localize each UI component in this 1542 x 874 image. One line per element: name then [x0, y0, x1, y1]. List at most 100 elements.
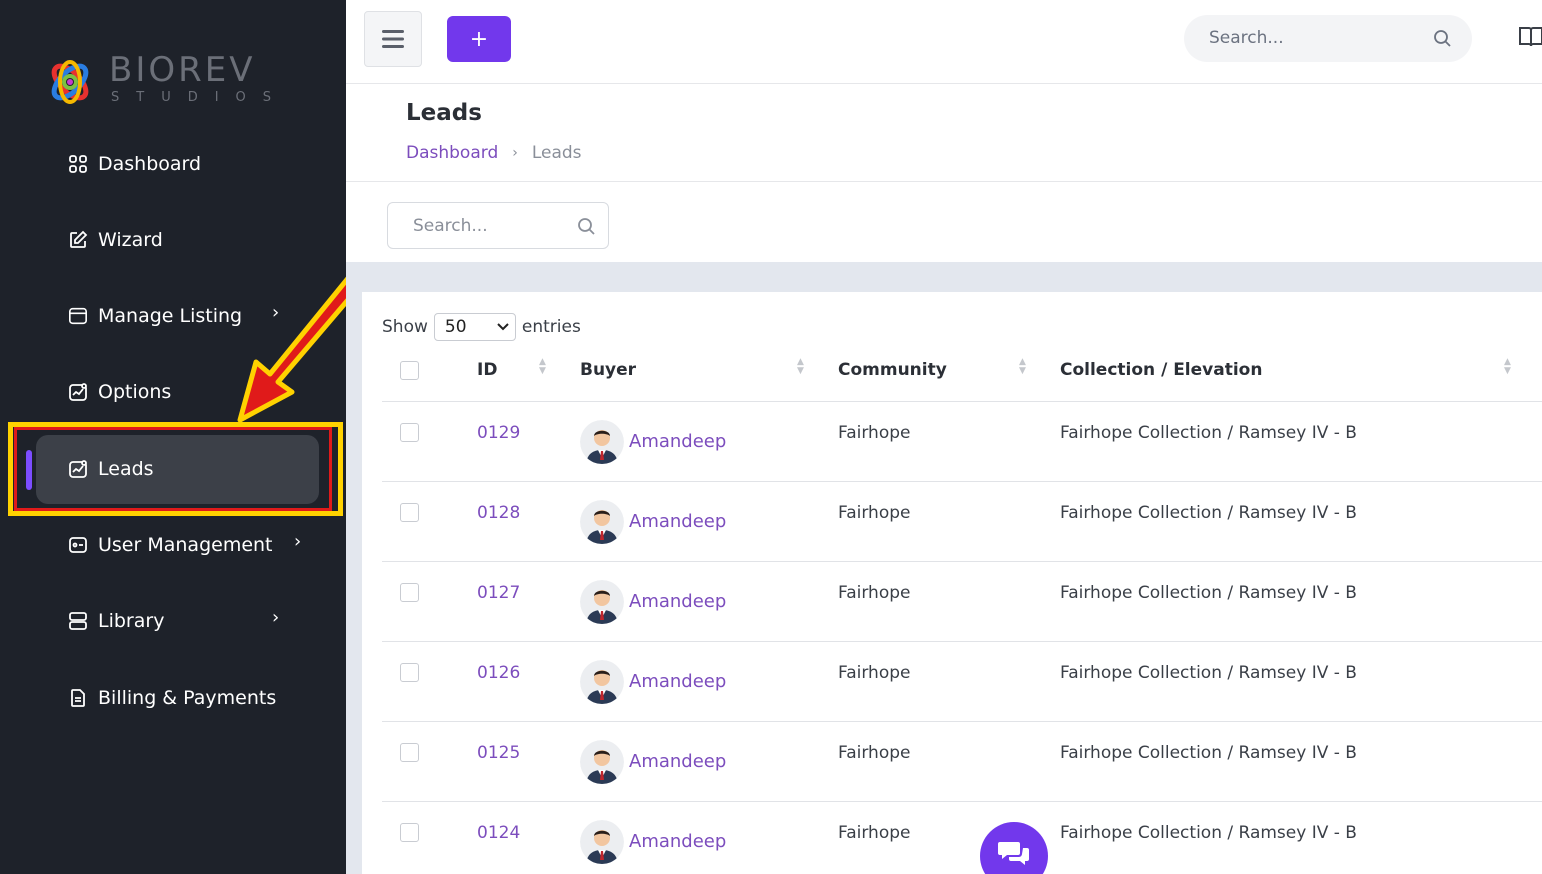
server-icon	[68, 611, 88, 631]
row-checkbox[interactable]	[400, 743, 419, 762]
brand-subtitle: STUDIOS	[111, 90, 289, 105]
user-card-icon	[68, 535, 88, 555]
top-bar: + Search...	[346, 0, 1542, 84]
chart-icon	[68, 382, 88, 402]
breadcrumb-link-dashboard[interactable]: Dashboard	[406, 143, 498, 163]
community-cell: Fairhope	[838, 423, 911, 443]
breadcrumb-separator: ›	[512, 145, 518, 161]
page-title: Leads	[406, 100, 482, 126]
sort-icon[interactable]: ▲ ▼	[1019, 358, 1026, 376]
sidebar-item-dashboard[interactable]: Dashboard	[68, 144, 201, 184]
lead-id-link[interactable]: 0127	[477, 583, 520, 603]
annotation-highlight-inner-box	[14, 427, 332, 511]
hamburger-icon	[382, 30, 404, 48]
column-header-buyer[interactable]: Buyer	[580, 360, 636, 380]
column-header-community[interactable]: Community	[838, 360, 947, 380]
buyer-name-link[interactable]: Amandeep	[629, 831, 726, 852]
buyer-avatar	[580, 580, 624, 624]
sidebar-item-label: User Management	[98, 534, 273, 556]
user-avatar-icon	[580, 660, 624, 704]
table-header: ID ▲ ▼ Buyer ▲ ▼ Community ▲ ▼ Collection /…	[382, 340, 1542, 402]
user-avatar-icon	[580, 420, 624, 464]
sidebar-item-label: Manage Listing	[98, 305, 243, 327]
menu-toggle-button[interactable]	[364, 11, 422, 67]
table-row: 0126 Amandeep Fairhope Fairhope Collecti…	[382, 642, 1542, 722]
breadcrumb: Dashboard › Leads	[406, 143, 582, 163]
entries-value: 50	[444, 317, 467, 337]
breadcrumb-current: Leads	[531, 143, 582, 163]
brand-name: BIOREV	[109, 50, 256, 90]
entries-suffix: entries	[521, 317, 581, 337]
brand-logo[interactable]: BIOREV STUDIOS	[44, 50, 304, 110]
sort-icon[interactable]: ▲ ▼	[1504, 358, 1511, 376]
lead-id-link[interactable]: 0124	[477, 823, 520, 843]
buyer-name-link[interactable]: Amandeep	[629, 431, 726, 452]
lead-id-link[interactable]: 0129	[477, 423, 520, 443]
collection-cell: Fairhope Collection / Ramsey IV - B	[1060, 823, 1357, 843]
column-header-id[interactable]: ID	[477, 360, 497, 380]
book-icon[interactable]	[1518, 24, 1542, 54]
column-header-collection-elevation[interactable]: Collection / Elevation	[1060, 360, 1262, 380]
lead-id-link[interactable]: 0128	[477, 503, 520, 523]
row-checkbox[interactable]	[400, 583, 419, 602]
document-icon	[68, 688, 88, 708]
sort-icon[interactable]: ▲ ▼	[539, 358, 546, 376]
leads-search-input[interactable]: Search...	[387, 202, 609, 249]
lead-id-link[interactable]: 0125	[477, 743, 520, 763]
sidebar-item-label: Billing & Payments	[98, 687, 277, 709]
sidebar-item-label: Dashboard	[98, 153, 202, 175]
global-search-input[interactable]: Search...	[1184, 15, 1472, 62]
community-cell: Fairhope	[838, 583, 911, 603]
community-cell: Fairhope	[838, 503, 911, 523]
row-checkbox[interactable]	[400, 503, 419, 522]
section-divider-band	[346, 262, 1542, 292]
buyer-avatar	[580, 740, 624, 784]
table-row: 0127 Amandeep Fairhope Fairhope Collecti…	[382, 562, 1542, 642]
sort-icon[interactable]: ▲ ▼	[797, 358, 804, 376]
chevron-down-icon	[497, 323, 509, 331]
community-cell: Fairhope	[838, 743, 911, 763]
sidebar-item-manage-listing[interactable]: Manage Listing ›	[68, 296, 279, 336]
card-gutter	[346, 292, 362, 874]
search-placeholder: Search...	[413, 216, 488, 236]
header-divider	[346, 181, 1542, 182]
buyer-name-link[interactable]: Amandeep	[629, 591, 726, 612]
search-icon[interactable]	[576, 216, 596, 240]
sidebar-item-options[interactable]: Options	[68, 372, 171, 412]
grid-icon	[68, 154, 88, 174]
user-avatar-icon	[580, 740, 624, 784]
search-placeholder: Search...	[1209, 28, 1284, 48]
buyer-name-link[interactable]: Amandeep	[629, 671, 726, 692]
collection-cell: Fairhope Collection / Ramsey IV - B	[1060, 663, 1357, 683]
sidebar-item-billing-payments[interactable]: Billing & Payments	[68, 678, 276, 718]
buyer-avatar	[580, 420, 624, 464]
table-row: 0124 Amandeep Fairhope Fairhope Collecti…	[382, 802, 1542, 874]
community-cell: Fairhope	[838, 823, 911, 843]
row-checkbox[interactable]	[400, 423, 419, 442]
add-button[interactable]: +	[447, 16, 511, 62]
user-avatar-icon	[580, 580, 624, 624]
lead-id-link[interactable]: 0126	[477, 663, 520, 683]
user-avatar-icon	[580, 500, 624, 544]
biorev-logo-icon	[51, 60, 89, 104]
sidebar-item-label: Library	[98, 610, 165, 632]
folder-icon	[68, 306, 88, 326]
row-checkbox[interactable]	[400, 663, 419, 682]
chat-bubbles-icon	[998, 842, 1029, 865]
buyer-name-link[interactable]: Amandeep	[629, 751, 726, 772]
buyer-name-link[interactable]: Amandeep	[629, 511, 726, 532]
buyer-avatar	[580, 820, 624, 864]
sidebar-item-library[interactable]: Library ›	[68, 601, 279, 641]
row-checkbox[interactable]	[400, 823, 419, 842]
collection-cell: Fairhope Collection / Ramsey IV - B	[1060, 743, 1357, 763]
table-row: 0129 Amandeep Fairhope Fairhope Collecti…	[382, 402, 1542, 482]
collection-cell: Fairhope Collection / Ramsey IV - B	[1060, 423, 1357, 443]
chevron-right-icon: ›	[272, 607, 280, 628]
buyer-avatar	[580, 660, 624, 704]
buyer-avatar	[580, 500, 624, 544]
sidebar-item-user-management[interactable]: User Management ›	[68, 525, 301, 565]
sidebar-item-wizard[interactable]: Wizard	[68, 220, 163, 260]
entries-per-page-select[interactable]: 50	[433, 313, 516, 341]
search-icon[interactable]	[1432, 28, 1452, 52]
select-all-checkbox[interactable]	[400, 361, 419, 380]
